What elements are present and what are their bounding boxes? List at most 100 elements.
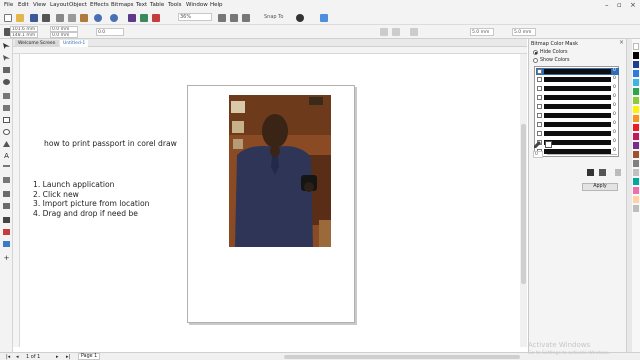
grid-icon[interactable] xyxy=(242,14,250,22)
last-page-icon[interactable]: ▸| xyxy=(66,354,70,360)
tab-welcome-screen[interactable]: Welcome Screen xyxy=(15,40,59,47)
palette-swatch[interactable] xyxy=(633,205,639,212)
crop-tool-icon[interactable] xyxy=(3,67,10,73)
app-launcher-icon[interactable] xyxy=(320,14,328,22)
object-height-field[interactable]: 148.1 mm xyxy=(10,32,38,38)
tab-untitled-1[interactable]: Untitled-1 xyxy=(60,40,89,47)
smart-fill-icon[interactable] xyxy=(3,241,10,247)
first-page-icon[interactable]: |◂ xyxy=(6,354,10,360)
palette-swatch[interactable] xyxy=(633,79,639,86)
list-item[interactable]: 0 xyxy=(536,85,619,92)
position-y-field[interactable]: 0.0 mm xyxy=(50,32,78,38)
menu-edit[interactable]: Edit xyxy=(18,2,29,8)
palette-swatch[interactable] xyxy=(633,43,639,50)
freehand-tool-icon[interactable] xyxy=(3,93,10,99)
connector-tool-icon[interactable] xyxy=(3,177,10,183)
zoom-tool-icon[interactable] xyxy=(3,79,10,85)
duplicate-distance-field[interactable]: 5.0 mm xyxy=(512,28,536,36)
palette-swatch[interactable] xyxy=(633,142,639,149)
minimize-icon[interactable]: – xyxy=(605,1,609,9)
menu-effects[interactable]: Effects xyxy=(90,2,109,8)
list-item[interactable]: 0 xyxy=(536,76,619,83)
scrollbar-thumb[interactable] xyxy=(521,124,526,284)
open-folder-icon[interactable] xyxy=(16,14,24,22)
canvas-title-text[interactable]: how to print passport in corel draw xyxy=(44,139,177,148)
tolerance-field[interactable]: 0 xyxy=(533,151,543,158)
palette-swatch[interactable] xyxy=(633,106,639,113)
color-checkbox[interactable] xyxy=(537,95,542,100)
polygon-tool-icon[interactable] xyxy=(3,141,10,147)
import-icon[interactable] xyxy=(128,14,136,22)
menu-layout[interactable]: Layout xyxy=(50,2,69,8)
close-icon[interactable]: × xyxy=(630,1,636,9)
zoom-level-select[interactable]: 36% xyxy=(178,13,212,21)
shape-tool-icon[interactable] xyxy=(3,55,10,61)
color-checkbox[interactable] xyxy=(537,122,542,127)
palette-swatch[interactable] xyxy=(633,70,639,77)
vertical-scrollbar[interactable] xyxy=(520,54,527,347)
menu-file[interactable]: File xyxy=(4,2,13,8)
color-checkbox[interactable] xyxy=(537,86,542,91)
list-item[interactable]: 0 xyxy=(536,68,619,75)
artistic-media-icon[interactable] xyxy=(3,105,10,111)
palette-swatch[interactable] xyxy=(633,133,639,140)
step-item[interactable]: 3. Import picture from location xyxy=(33,199,149,209)
parallel-dimension-icon[interactable] xyxy=(3,165,10,167)
step-item[interactable]: 2. Click new xyxy=(33,190,149,200)
color-checkbox[interactable] xyxy=(537,104,542,109)
edit-color-icon[interactable] xyxy=(545,141,552,148)
palette-swatch[interactable] xyxy=(633,187,639,194)
passport-photo[interactable] xyxy=(229,95,331,247)
palette-swatch[interactable] xyxy=(633,97,639,104)
vertical-ruler[interactable] xyxy=(13,54,20,347)
delete-icon[interactable] xyxy=(615,169,621,176)
menu-tools[interactable]: Tools xyxy=(168,2,182,8)
palette-swatch[interactable] xyxy=(633,160,639,167)
palette-swatch[interactable] xyxy=(633,61,639,68)
snap-to-dropdown[interactable]: Snap To xyxy=(262,13,290,21)
palette-swatch[interactable] xyxy=(633,196,639,203)
publish-pdf-icon[interactable] xyxy=(152,14,160,22)
add-tool-icon[interactable]: + xyxy=(3,255,10,262)
full-screen-icon[interactable] xyxy=(218,14,226,22)
paste-icon[interactable] xyxy=(80,14,88,22)
menu-object[interactable]: Object xyxy=(69,2,87,8)
list-item[interactable]: 0 xyxy=(536,94,619,101)
palette-swatch[interactable] xyxy=(633,115,639,122)
cut-icon[interactable] xyxy=(56,14,64,22)
open-mask-icon[interactable] xyxy=(599,169,606,176)
palette-swatch[interactable] xyxy=(633,151,639,158)
docker-close-icon[interactable]: × xyxy=(619,39,624,46)
mirror-vertical-icon[interactable] xyxy=(392,28,400,36)
rectangle-tool-icon[interactable] xyxy=(3,117,10,123)
show-colors-radio[interactable] xyxy=(533,58,538,63)
save-mask-icon[interactable] xyxy=(587,169,594,176)
palette-swatch[interactable] xyxy=(633,52,639,59)
page-tab[interactable]: Page 1 xyxy=(78,353,101,360)
apply-button[interactable]: Apply xyxy=(582,183,618,191)
nudge-distance-field[interactable]: 5.0 mm xyxy=(470,28,494,36)
print-icon[interactable] xyxy=(42,14,50,22)
wrap-text-icon[interactable] xyxy=(410,28,418,36)
restore-icon[interactable]: ▫ xyxy=(617,1,622,9)
palette-swatch[interactable] xyxy=(633,178,639,185)
horizontal-ruler[interactable] xyxy=(13,47,527,54)
tolerance-slider[interactable] xyxy=(547,154,617,155)
palette-swatch[interactable] xyxy=(633,169,639,176)
pick-tool-icon[interactable] xyxy=(3,43,10,49)
eyedropper-icon[interactable] xyxy=(3,217,10,223)
text-tool-icon[interactable]: A xyxy=(3,153,10,160)
save-icon[interactable] xyxy=(30,14,38,22)
options-gear-icon[interactable] xyxy=(296,14,304,22)
color-checkbox[interactable] xyxy=(537,131,542,136)
list-item[interactable]: 0 xyxy=(536,103,619,110)
menu-view[interactable]: View xyxy=(33,2,46,8)
redo-icon[interactable] xyxy=(110,14,118,22)
transparency-icon[interactable] xyxy=(3,203,10,209)
list-item[interactable]: 0 xyxy=(536,121,619,128)
list-item[interactable]: 0 xyxy=(536,130,619,137)
new-document-icon[interactable] xyxy=(4,14,12,22)
step-item[interactable]: 1. Launch application xyxy=(33,180,149,190)
list-item[interactable]: 0 xyxy=(536,112,619,119)
color-checkbox[interactable] xyxy=(537,113,542,118)
